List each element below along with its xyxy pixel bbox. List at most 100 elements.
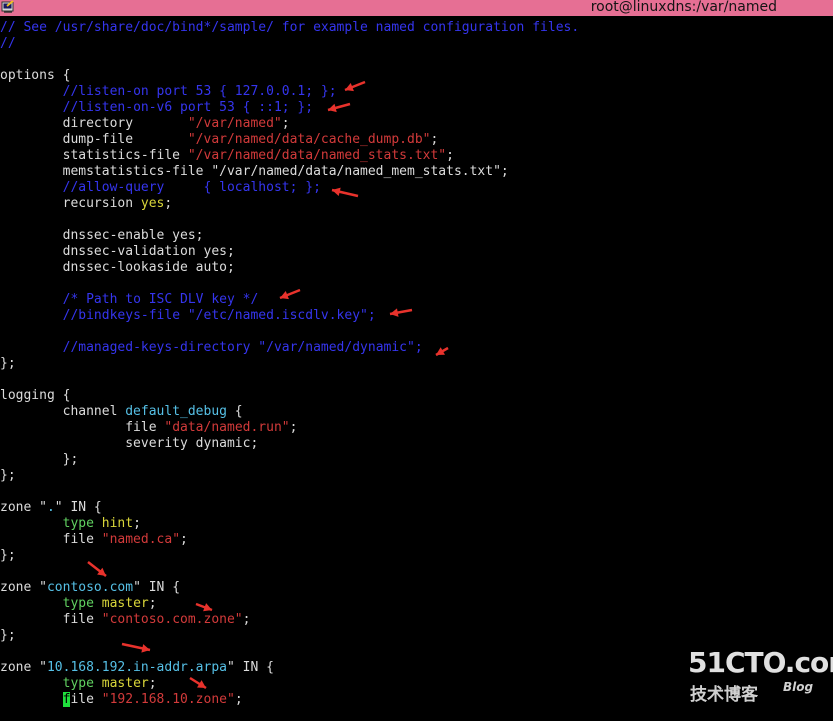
code-token: // See /usr/share/doc/bind*/sample/ for … [0,20,580,35]
code-token: "data/named.run" [164,420,290,435]
code-token: "named.ca" [101,532,181,547]
code-token: statistics-file [0,148,188,163]
code-token: ; [446,148,454,163]
code-token: type [62,516,94,531]
code-token: "/var/named" [187,116,282,131]
code-token: /* Path to ISC DLV key */ [62,292,259,307]
code-token: severity dynamic; [0,436,259,451]
code-token: }; [0,468,16,483]
code-token: hint [101,516,134,531]
code-token: directory [0,116,188,131]
code-token: file [0,612,102,627]
code-token: "/var/named/data/named_stats.txt" [187,148,447,163]
code-token: dump-file [0,132,188,147]
terminal-line: channel default_debug { [0,404,833,420]
code-token: ; [148,676,157,691]
window-title: root@linuxdns:/var/named [590,0,777,15]
code-token: dnssec-lookaside auto; [0,260,235,275]
terminal-line: type master; [0,596,833,612]
terminal-line: dnssec-enable yes; [0,228,833,244]
code-token: options { [0,68,71,83]
terminal-line: file "contoso.com.zone"; [0,612,833,628]
terminal-line: //bindkeys-file "/etc/named.iscdlv.key"; [0,308,833,324]
code-token: yes [140,196,165,211]
code-token: //bindkeys-file "/etc/named.iscdlv.key"; [62,308,376,323]
watermark-logo: 51CTO.com 技术博客 Blog [688,646,833,706]
watermark-main-text: 51CTO.com [688,646,833,679]
terminal-line: }; [0,548,833,564]
terminal-line: // [0,36,833,52]
code-token: dnssec-validation yes; [0,244,235,259]
terminal-line: severity dynamic; [0,436,833,452]
code-token: // [0,36,16,51]
code-token: recursion [0,196,141,211]
putty-terminal-icon[interactable] [1,0,15,14]
code-token: //allow-query { localhost; }; [62,180,321,195]
terminal-line: //listen-on port 53 { 127.0.0.1; }; [0,84,833,100]
code-token: zone " [0,580,47,595]
code-token: master [101,676,149,691]
code-token: memstatistics-file "/var/named/data/name… [0,164,509,179]
code-token: "/var/named/data/cache_dump.db" [187,132,431,147]
terminal-line: directory "/var/named"; [0,116,833,132]
terminal-line: zone "contoso.com" IN { [0,580,833,596]
terminal-line: file "named.ca"; [0,532,833,548]
code-token: type [62,596,94,611]
code-token: ; [180,532,188,547]
terminal-line: /* Path to ISC DLV key */ [0,292,833,308]
code-token: "192.168.10.zone" [101,692,235,707]
code-token: file [0,420,165,435]
code-token: ; [133,516,141,531]
terminal-view[interactable]: // See /usr/share/doc/bind*/sample/ for … [0,20,833,721]
code-token: //listen-on-v6 port 53 { ::1; }; [62,100,314,115]
code-token: ; [281,116,290,131]
code-token: ; [148,596,157,611]
code-token: 10.168.192.in-addr.arpa [46,660,227,675]
code-token: //listen-on port 53 { 127.0.0.1; }; [62,84,337,99]
code-token: contoso.com [46,580,134,595]
code-token: ; [242,612,251,627]
terminal-line: type hint; [0,516,833,532]
terminal-line: //allow-query { localhost; }; [0,180,833,196]
code-token: logging { [0,388,71,403]
code-token: type [62,676,94,691]
terminal-line: dnssec-validation yes; [0,244,833,260]
watermark-blog-text: Blog [783,680,814,694]
terminal-line: logging { [0,388,833,404]
terminal-line: dnssec-lookaside auto; [0,260,833,276]
code-token: " IN { [133,580,181,595]
code-token: { [226,404,243,419]
terminal-line: }; [0,468,833,484]
code-token: master [101,596,149,611]
title-bar[interactable]: root@linuxdns:/var/named [0,0,833,16]
code-token: . [46,500,55,515]
terminal-line: memstatistics-file "/var/named/data/name… [0,164,833,180]
code-token: "contoso.com.zone" [101,612,243,627]
code-token: " IN { [226,660,274,675]
terminal-line: }; [0,356,833,372]
terminal-line: recursion yes; [0,196,833,212]
code-token: zone " [0,660,47,675]
terminal-line: statistics-file "/var/named/data/named_s… [0,148,833,164]
terminal-line: //managed-keys-directory "/var/named/dyn… [0,340,833,356]
code-token: //managed-keys-directory "/var/named/dyn… [62,340,423,355]
terminal-line: zone "." IN { [0,500,833,516]
watermark-sub-text: 技术博客 [690,685,758,705]
code-token: }; [0,452,79,467]
code-token: dnssec-enable yes; [0,228,204,243]
